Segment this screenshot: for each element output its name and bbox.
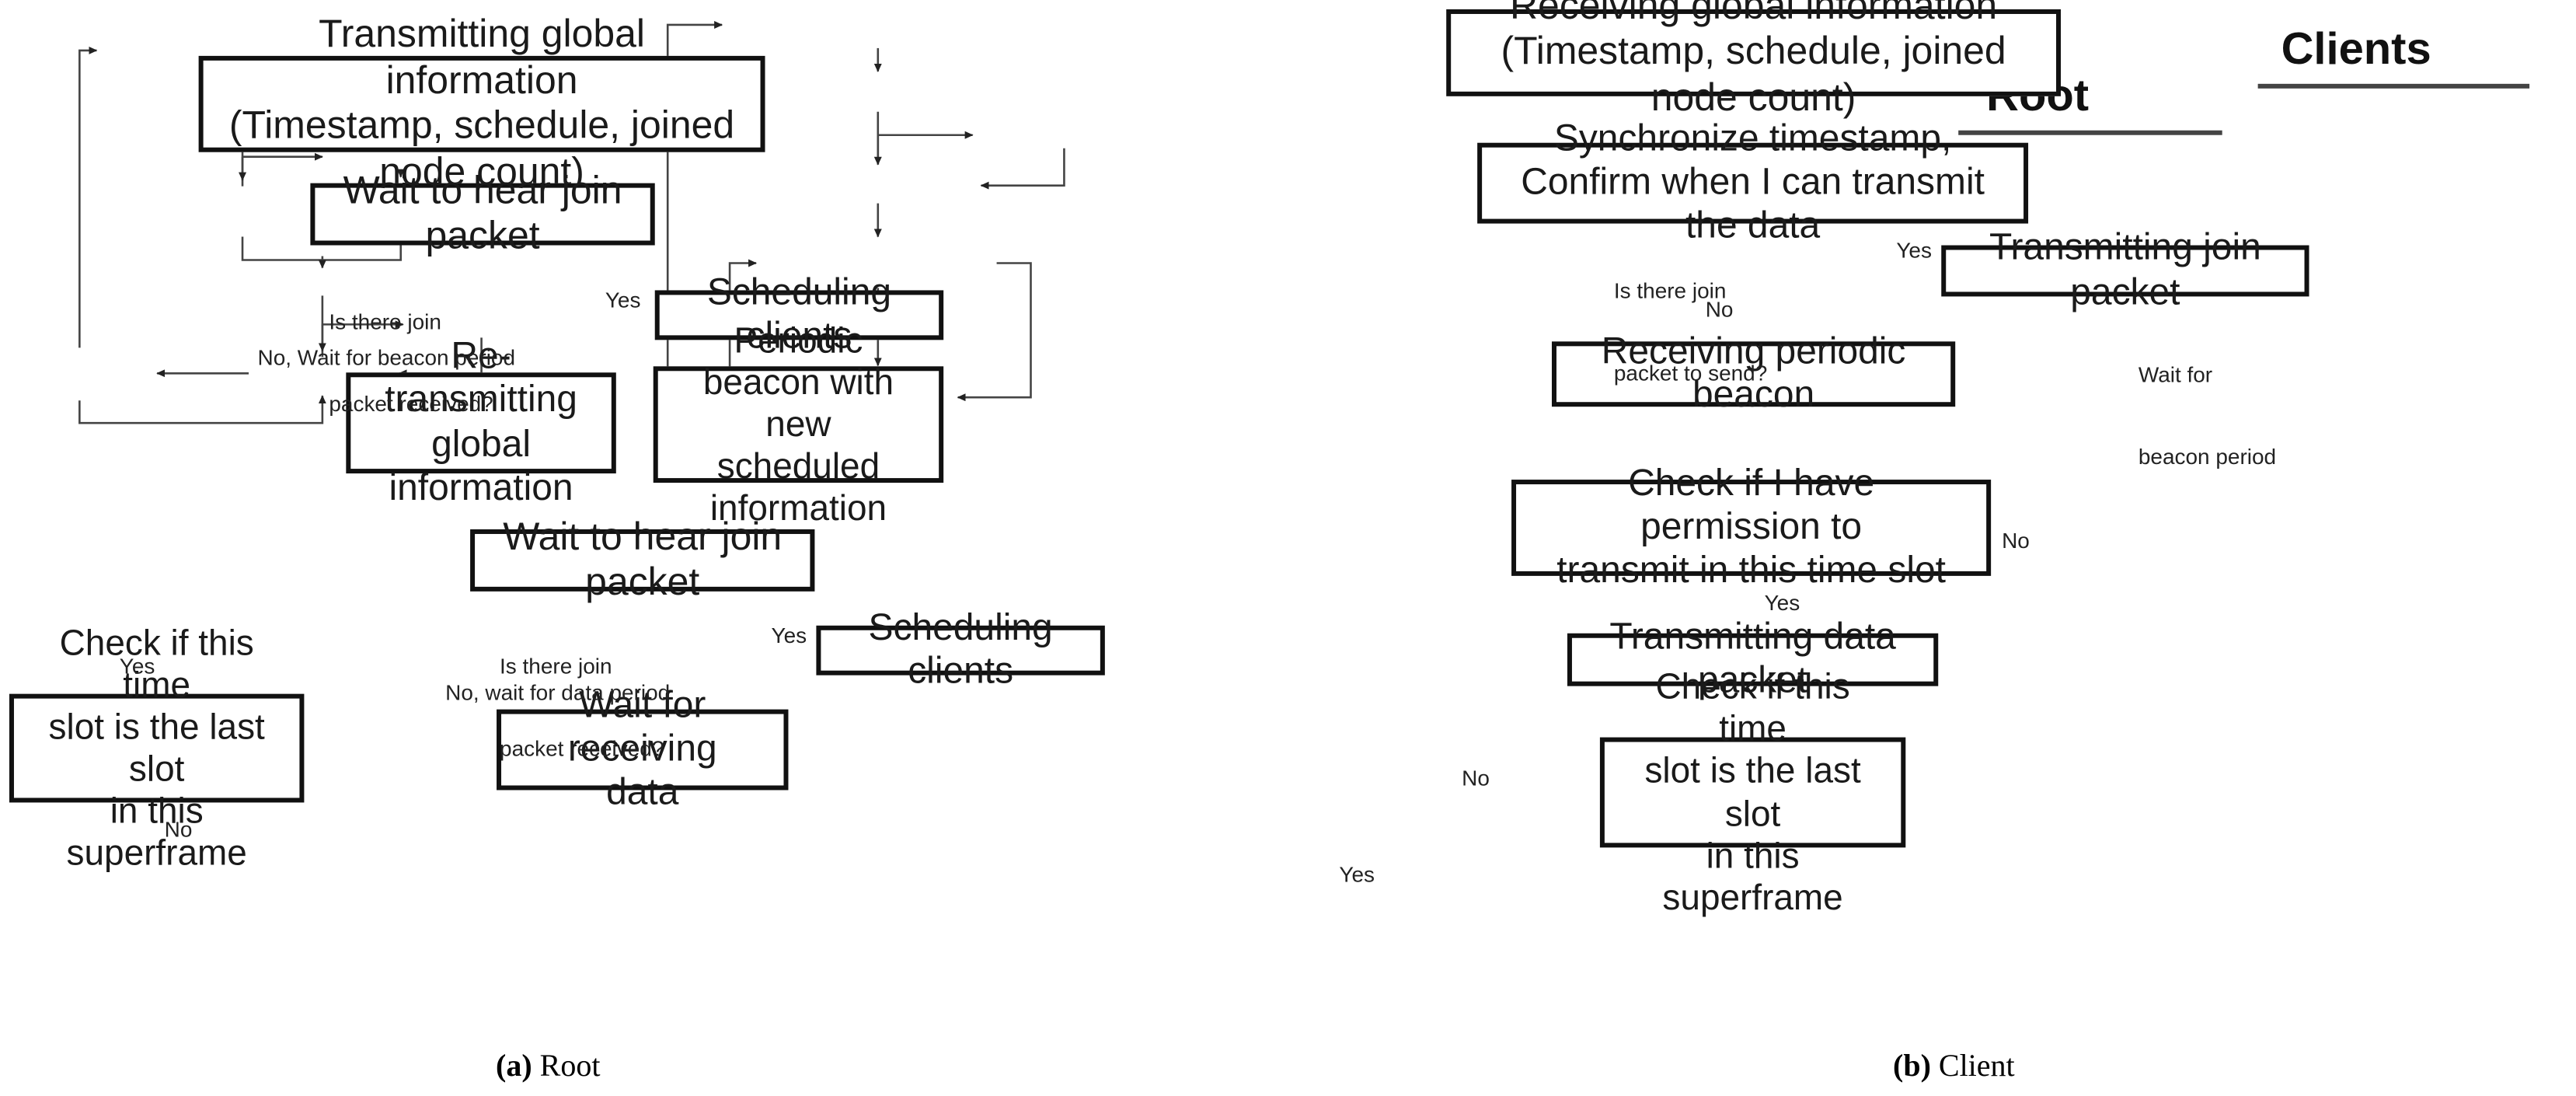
panel-title-underline-clients — [2257, 83, 2530, 89]
node-check-permission-to-transmit: Check if I have permission to transmit i… — [1511, 462, 1992, 592]
node-line: Periodic beacon with — [702, 319, 894, 402]
wire-c3-c4 — [980, 148, 1065, 190]
edge-label-yes-1: Yes — [605, 287, 641, 312]
node-wait-to-hear-join-packet-1: Wait to hear join packet — [310, 169, 655, 258]
node-line: Scheduling clients — [868, 606, 1053, 693]
edge-label-yes-3: Yes — [119, 653, 155, 679]
edge-label-no-client-permission: No — [2002, 527, 2030, 553]
edge-label-no-client-1: No — [1705, 296, 1734, 322]
node-line: in this superframe — [1662, 834, 1843, 917]
caption-tag: (b) — [1893, 1048, 1931, 1083]
node-periodic-beacon-with-new-scheduled-information: Periodic beacon with new scheduled infor… — [653, 319, 944, 528]
node-line: Synchronize timestamp, — [1553, 117, 1952, 159]
node-line: Transmitting join packet — [1989, 226, 2261, 313]
node-line: (Timestamp, schedule, joined node count) — [1501, 30, 2006, 120]
edge-label-line: beacon period — [2138, 443, 2277, 469]
figure-canvas: Root Transmitting global information (Ti… — [0, 0, 2576, 1096]
edge-label-yes-client-1: Yes — [1896, 237, 1932, 263]
node-transmitting-join-packet: Transmitting join packet — [1941, 227, 2309, 312]
node-scheduling-clients-2: Scheduling clients — [816, 606, 1105, 693]
node-line: slot is the last slot — [1644, 750, 1861, 833]
node-receiving-global-information: Receiving global information (Timestamp,… — [1446, 0, 2061, 119]
node-wait-to-hear-join-packet-2: Wait to hear join packet — [470, 515, 815, 604]
node-check-last-slot-root: Check if this time slot is the last slot… — [9, 622, 305, 873]
edge-label-line: Is there join — [500, 653, 612, 679]
edge-label-yes-client-permission: Yes — [1764, 589, 1800, 615]
node-line: Check if this time — [59, 622, 254, 705]
node-line: Transmitting global information — [319, 12, 646, 102]
wire-r9-yes-r1 — [78, 46, 98, 348]
edge-label-no-wait-for-beacon-period: No, Wait for beacon period — [257, 344, 516, 370]
edge-label-line: Is there join — [1613, 277, 1727, 303]
node-transmitting-global-information: Transmitting global information (Timesta… — [198, 12, 765, 194]
edge-label-wait-for-beacon-period: Wait for beacon period — [2139, 307, 2276, 525]
node-line: in this superframe — [66, 790, 247, 873]
node-line: Wait to hear join packet — [343, 168, 622, 258]
edge-label-is-there-join-packet-received-2: Is there join packet received? — [500, 599, 664, 817]
node-line: new scheduled — [716, 403, 880, 487]
node-line: slot is the last slot — [48, 706, 265, 789]
node-line: Wait to hear join packet — [503, 515, 783, 604]
node-line: Receiving global information — [1510, 0, 1998, 28]
edge-label-no-wait-for-data-period: No, wait for data period — [445, 679, 671, 705]
wire-r9-no-r8 — [78, 395, 326, 424]
edge-label-line: Is there join — [329, 309, 441, 334]
edge-label-yes-client-last-slot: Yes — [1339, 861, 1375, 887]
edge-label-no-client-last-slot: No — [1462, 765, 1490, 791]
node-line: Check if this time — [1655, 665, 1850, 749]
panel-title-clients: Clients — [2281, 24, 2431, 75]
edge-label-line: packet to send? — [1613, 359, 1768, 385]
caption-text: Root — [532, 1048, 601, 1083]
caption-tag: (a) — [496, 1048, 532, 1083]
edge-label-is-there-join-packet-to-send: Is there join packet to send? — [1614, 224, 1767, 442]
caption-b-client: (b) Client — [1862, 1010, 2015, 1096]
edge-label-line: packet received? — [500, 735, 664, 760]
diagram-scale-layer: Root Transmitting global information (Ti… — [0, 0, 2576, 1094]
edge-label-line: Wait for — [2138, 361, 2213, 387]
node-line: Check if I have permission to — [1628, 462, 1875, 548]
node-line: transmit in this time slot — [1556, 550, 1946, 592]
wire-c5-no-c7 — [957, 262, 1032, 402]
edge-label-yes-2: Yes — [771, 622, 807, 647]
edge-label-no-root-bottom: No — [164, 816, 193, 842]
node-check-last-slot-client: Check if this time slot is the last slot… — [1599, 666, 1906, 917]
node-synchronize-timestamp: Synchronize timestamp, Confirm when I ca… — [1477, 117, 2029, 247]
edge-label-line: packet received? — [329, 390, 493, 416]
caption-a-root: (a) Root — [465, 1010, 600, 1096]
caption-text: Client — [1930, 1048, 2015, 1083]
